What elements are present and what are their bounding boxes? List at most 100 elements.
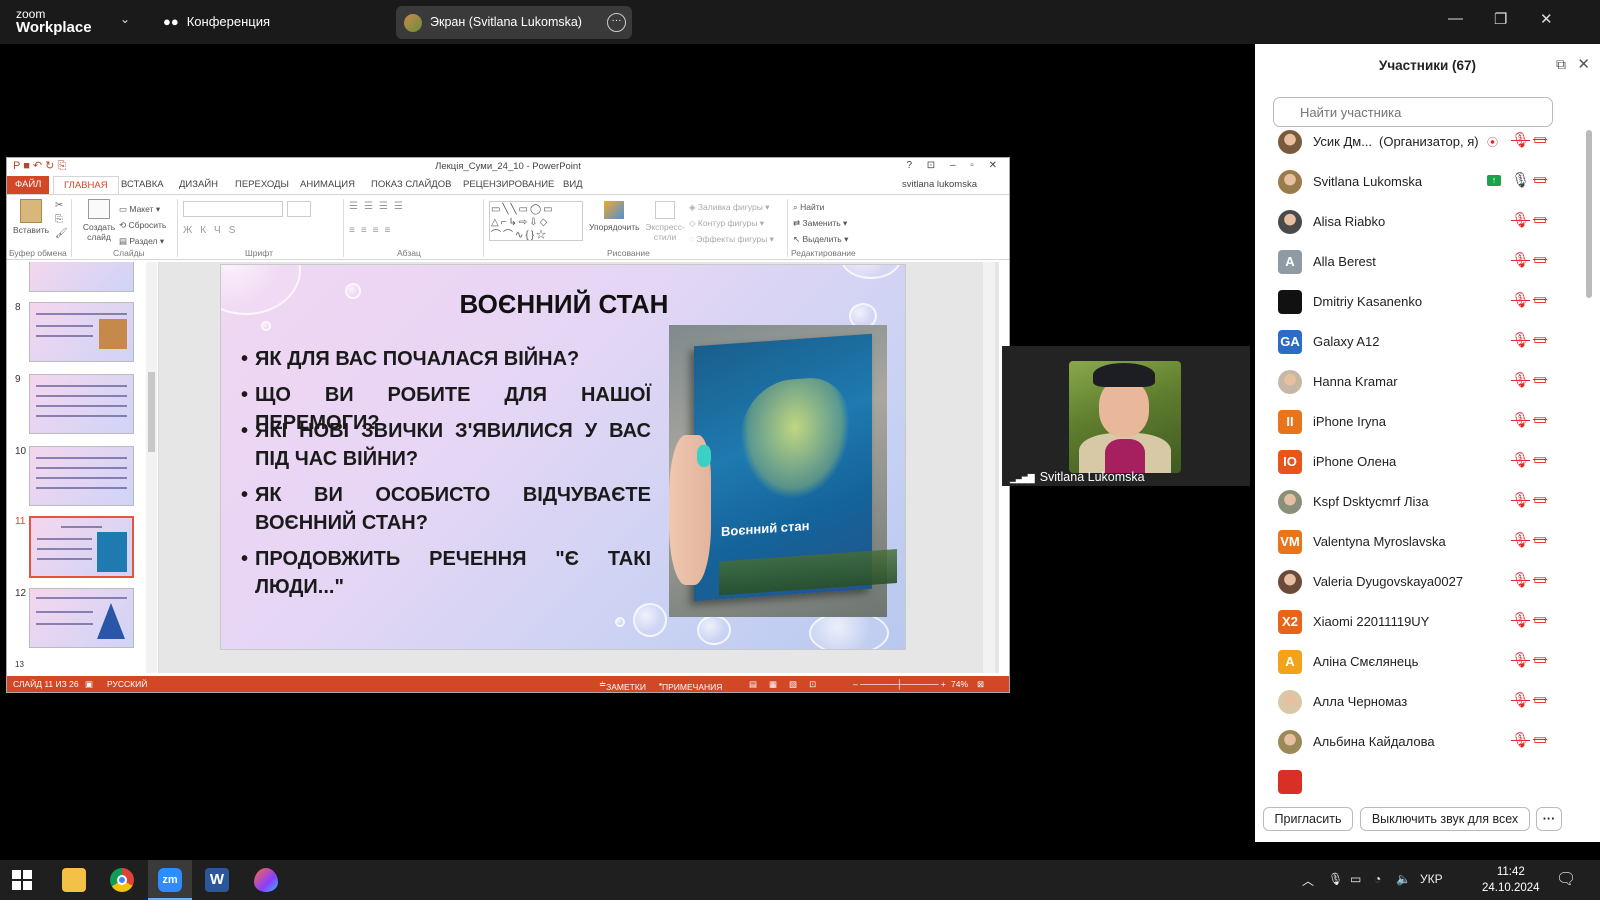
thumbnails-scrollbar[interactable] <box>146 262 157 673</box>
comments-button[interactable]: ▪ ПРИМЕЧАНИЯ <box>659 679 722 692</box>
participant-row[interactable] <box>1255 762 1580 796</box>
microphone-muted-icon[interactable]: 🎙 <box>1511 251 1530 269</box>
zoom-slider[interactable]: – ──────┼────── + <box>853 679 946 689</box>
camera-off-icon[interactable]: ▭ <box>1533 610 1547 628</box>
participant-row[interactable]: photo Hanna Kramar 🎙▭ <box>1255 362 1580 402</box>
camera-off-icon[interactable]: ▭ <box>1533 410 1547 428</box>
slide-thumbnail[interactable] <box>29 588 134 648</box>
replace-button[interactable]: ⇄ Заменить ▾ <box>793 215 848 231</box>
volume-icon[interactable]: 🔈 <box>1396 872 1411 886</box>
windows-start-icon[interactable] <box>12 870 32 890</box>
camera-off-icon[interactable]: ▭ <box>1533 370 1547 388</box>
close-icon[interactable]: ✕ <box>1577 55 1590 73</box>
close-icon[interactable]: ✕ <box>1540 10 1553 28</box>
microphone-muted-icon[interactable]: 🎙 <box>1511 131 1530 149</box>
chevron-down-icon[interactable]: ⌄ <box>120 12 130 26</box>
microphone-muted-icon[interactable]: 🎙 <box>1511 531 1530 549</box>
screen-share-indicator[interactable]: Экран (Svitlana Lukomska) ··· <box>396 6 632 39</box>
participant-row[interactable]: photo Альбина Кайдалова 🎙▭ <box>1255 722 1580 762</box>
tab-file[interactable]: ФАЙЛ <box>7 176 49 194</box>
microphone-muted-icon[interactable]: 🎙 <box>1511 611 1530 629</box>
font-format-buttons[interactable]: ЖКЧS <box>183 225 243 236</box>
canvas-scrollbar[interactable] <box>983 262 995 673</box>
slide-thumbnail[interactable] <box>29 446 134 506</box>
camera-off-icon[interactable]: ▭ <box>1533 530 1547 548</box>
tab-insert[interactable]: ВСТАВКА <box>121 179 164 190</box>
camera-off-icon[interactable]: ▭ <box>1533 250 1547 268</box>
new-slide-button[interactable]: Создать слайд <box>79 199 119 242</box>
more-options-button[interactable]: ··· <box>1536 807 1562 831</box>
slide-thumbnail[interactable] <box>29 262 134 292</box>
font-size-select[interactable] <box>287 201 311 217</box>
chrome-icon[interactable] <box>110 868 134 892</box>
restore-icon[interactable]: ❐ <box>1494 10 1507 28</box>
participant-row[interactable]: II iPhone Iryna 🎙 ▭ <box>1255 402 1580 442</box>
language-indicator[interactable]: РУССКИЙ <box>107 679 147 689</box>
microphone-muted-icon[interactable]: 🎙 <box>1511 211 1530 229</box>
participant-row[interactable]: X2 Xiaomi 22011119UY 🎙 ▭ <box>1255 602 1580 642</box>
keyboard-language[interactable]: УКР <box>1420 872 1443 886</box>
section-button[interactable]: ▤ Раздел ▾ <box>119 233 166 249</box>
participant-row[interactable]: GA Galaxy A12 🎙 ▭ <box>1255 322 1580 362</box>
participant-row[interactable]: A Alla Berest 🎙 ▭ <box>1255 242 1580 282</box>
camera-off-icon[interactable]: ▭ <box>1533 450 1547 468</box>
invite-button[interactable]: Пригласить <box>1263 807 1353 831</box>
more-options-icon[interactable]: ··· <box>607 13 626 32</box>
view-buttons[interactable]: ▤▦▧⊡ <box>749 679 828 690</box>
shapes-gallery[interactable]: ▭╲╲▭◯▭ △⌐↳⇨⇩◇ ⌒⌒∿{}☆ <box>489 201 583 241</box>
tray-chevron-icon[interactable]: ︿ <box>1302 872 1314 889</box>
ppt-user-name[interactable]: svitlana lukomska <box>902 179 977 190</box>
participant-row[interactable]: photo Alisa Riabko 🎙▭ <box>1255 202 1580 242</box>
microphone-muted-icon[interactable]: 🎙 <box>1511 371 1530 389</box>
microphone-muted-icon[interactable]: 🎙 <box>1511 571 1530 589</box>
camera-off-icon[interactable]: ▭ <box>1533 490 1547 508</box>
word-icon[interactable]: W <box>205 868 229 892</box>
zoom-taskbar-button[interactable]: zm <box>148 860 192 900</box>
popout-icon[interactable]: ⧉ <box>1556 56 1566 73</box>
notifications-icon[interactable]: 🗨 <box>1556 869 1576 889</box>
zoom-level[interactable]: 74% <box>951 679 968 689</box>
microphone-muted-icon[interactable]: 🎙 <box>1511 451 1530 469</box>
align-buttons[interactable]: ≡≡≡≡ <box>349 225 396 236</box>
participant-row[interactable]: photo Valeria Dyugovskaya0027 🎙▭ <box>1255 562 1580 602</box>
notes-button[interactable]: ≐ ЗАМЕТКИ <box>599 679 646 692</box>
slide-thumbnail[interactable] <box>29 302 134 362</box>
participant-row[interactable]: Dmitriy Kasanenko 🎙 ▭ <box>1255 282 1580 322</box>
clock[interactable]: 11:42 24.10.2024 <box>1482 864 1540 896</box>
shape-fill-button[interactable]: ◈ Заливка фигуры ▾ <box>689 199 774 215</box>
layout-button[interactable]: ▭ Макет ▾ <box>119 201 166 217</box>
camera-off-icon[interactable]: ▭ <box>1533 290 1547 308</box>
ppt-window-controls[interactable]: ? ⊡ – ▫ ✕ <box>906 160 1003 171</box>
shape-effects-button[interactable]: ◌ Эффекты фигуры ▾ <box>689 231 774 247</box>
microphone-muted-icon[interactable]: 🎙 <box>1511 331 1530 349</box>
wifi-icon[interactable]: ◔ <box>1374 872 1381 886</box>
participant-search-input[interactable] <box>1273 97 1553 127</box>
participant-list-scrollbar[interactable] <box>1585 130 1593 796</box>
clipboard-tools[interactable]: ✂ ⎘ 🖌 <box>55 199 68 241</box>
tab-animation[interactable]: АНИМАЦИЯ <box>300 179 355 190</box>
tab-view[interactable]: ВИД <box>563 179 583 190</box>
tab-home[interactable]: ГЛАВНАЯ <box>53 176 119 194</box>
participant-row[interactable]: IO iPhone Олена 🎙 ▭ <box>1255 442 1580 482</box>
express-styles-button[interactable]: Экспресс-стили <box>643 201 687 242</box>
file-explorer-icon[interactable] <box>62 868 86 892</box>
paragraph-buttons[interactable]: ☰☰☰☰ <box>349 201 409 212</box>
camera-off-icon[interactable]: ▭ <box>1533 730 1547 748</box>
tab-slideshow[interactable]: ПОКАЗ СЛАЙДОВ <box>371 179 451 190</box>
mute-all-button[interactable]: Выключить звук для всех <box>1360 807 1530 831</box>
minimize-icon[interactable]: — <box>1448 10 1463 27</box>
microphone-muted-icon[interactable]: 🎙 <box>1511 731 1530 749</box>
participant-row[interactable]: A Аліна Смєлянець 🎙 ▭ <box>1255 642 1580 682</box>
participant-row[interactable]: photo Kspf Dsktycmrf Ліза 🎙▭ <box>1255 482 1580 522</box>
participant-row[interactable]: photo Усик Дм... (Организатор, я) ⦿ 🎙▭ <box>1255 130 1580 162</box>
find-button[interactable]: ⌕ Найти <box>793 199 848 215</box>
slide-thumbnail-active[interactable] <box>29 516 134 578</box>
reset-button[interactable]: ⟲ Сбросить <box>119 217 166 233</box>
fit-slide-icon[interactable]: ⊠ <box>977 679 984 690</box>
microphone-muted-icon[interactable]: 🎙 <box>1511 651 1530 669</box>
participant-row[interactable]: VM Valentyna Myroslavska 🎙 ▭ <box>1255 522 1580 562</box>
participant-video-tile[interactable]: ▁▃▅▇ Svitlana Lukomska <box>1002 346 1250 486</box>
camera-off-icon[interactable]: ▭ <box>1533 650 1547 668</box>
camera-off-icon[interactable]: ▭ <box>1533 330 1547 348</box>
microphone-muted-icon[interactable]: 🎙 <box>1511 291 1530 309</box>
